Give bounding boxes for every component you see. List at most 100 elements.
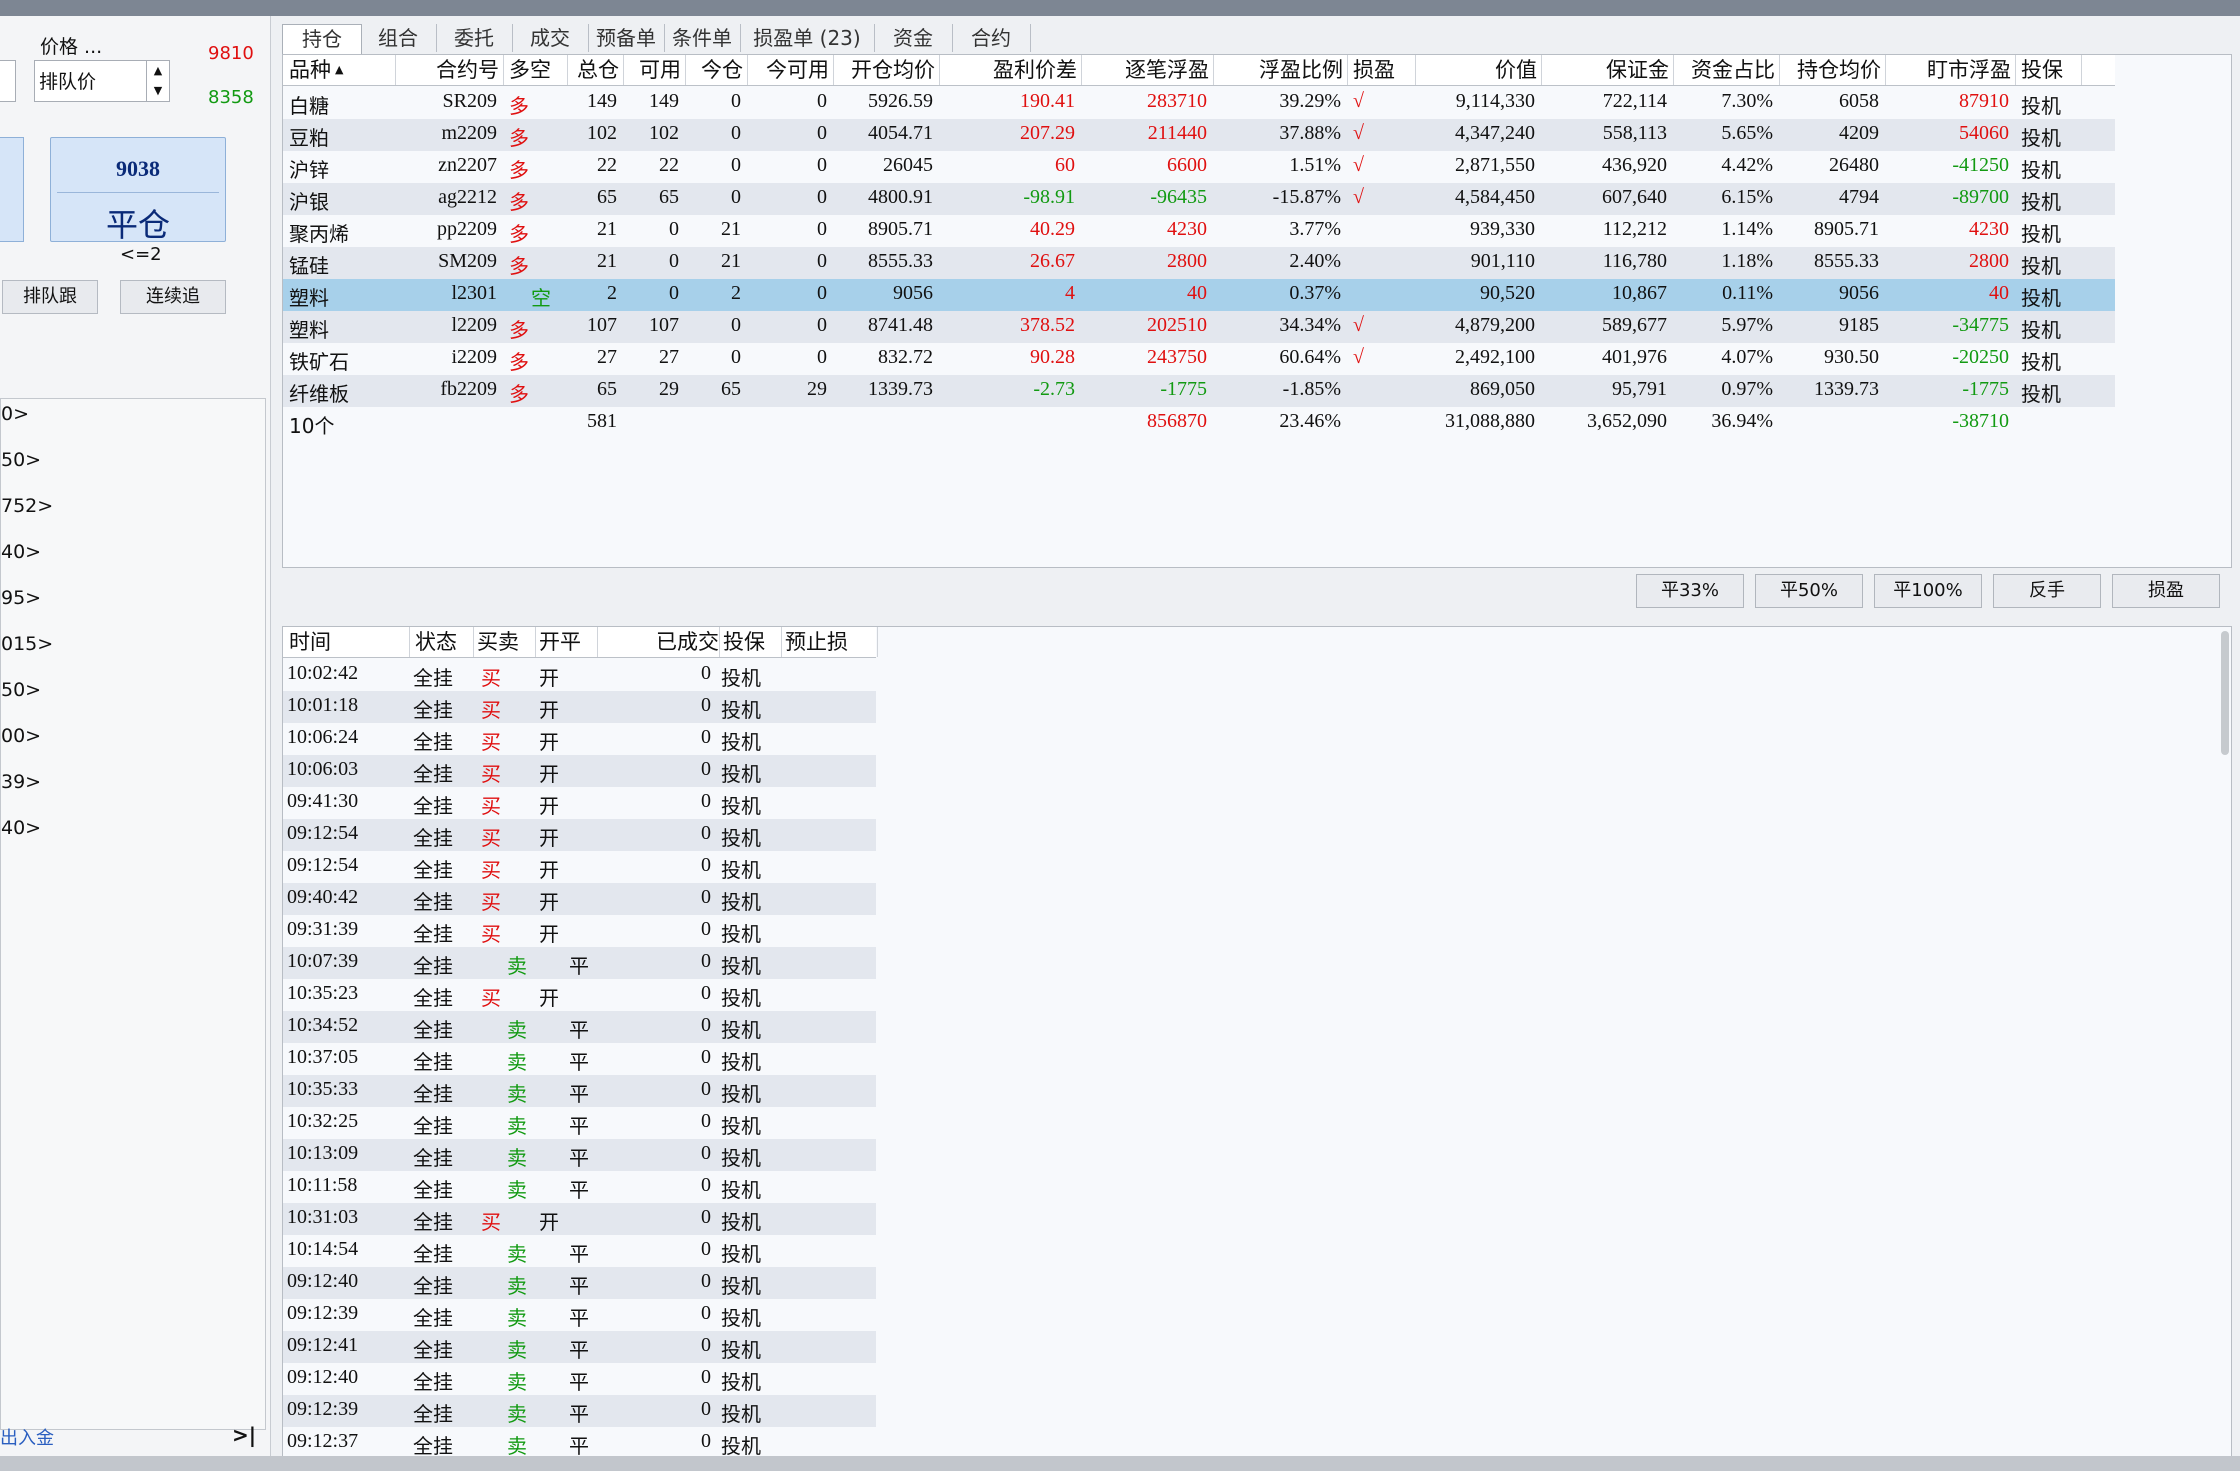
left-list-item[interactable]: 0> [1, 403, 29, 425]
order-row[interactable]: 10:31:03 全挂 买 开 0 投机 [283, 1203, 876, 1235]
position-row[interactable]: 沪锌 zn2207 多 22 22 0 0 26045 60 6600 1.51% √ 2,871,55… [283, 151, 2115, 183]
left-list-item[interactable]: 752> [1, 495, 53, 517]
price-type-select[interactable]: 排队价 ▲ ▼ [34, 60, 170, 102]
order-row[interactable]: 10:06:24 全挂 买 开 0 投机 [283, 723, 876, 755]
order-row[interactable]: 10:01:18 全挂 买 开 0 投机 [283, 691, 876, 723]
column-header-avail[interactable]: 可用 [623, 55, 686, 85]
left-list-item[interactable]: 50> [1, 679, 41, 701]
position-row[interactable]: 纤维板 fb2209 多 65 29 65 29 1339.73 -2.73 -1775 -1.85… [283, 375, 2115, 407]
order-row[interactable]: 10:07:39 全挂 卖 平 0 投机 [283, 947, 876, 979]
order-cell-side: 卖 [507, 1306, 527, 1330]
tab-2[interactable]: 委托 [436, 24, 513, 52]
column-header-float[interactable]: 逐笔浮盈 [1081, 55, 1214, 85]
collapse-icon[interactable]: >| [232, 1423, 256, 1447]
column-header-margin[interactable]: 保证金 [1541, 55, 1674, 85]
column-header-hold_avg[interactable]: 持仓均价 [1779, 55, 1886, 85]
column-header-value[interactable]: 价值 [1409, 55, 1542, 85]
tab-5[interactable]: 条件单 [664, 24, 741, 52]
order-row[interactable]: 09:12:54 全挂 买 开 0 投机 [283, 819, 876, 851]
action-button-4[interactable]: 损盈 [2112, 574, 2220, 608]
tab-0[interactable]: 持仓 [282, 24, 362, 54]
order-row[interactable]: 09:31:39 全挂 买 开 0 投机 [283, 915, 876, 947]
order-cell-hedge: 投机 [721, 1114, 761, 1138]
order-row[interactable]: 10:37:05 全挂 卖 平 0 投机 [283, 1043, 876, 1075]
cell-float: 6600 [1167, 154, 1207, 176]
left-list-item[interactable]: 015> [1, 633, 53, 655]
deposit-withdraw-link[interactable]: 出入金 [0, 1424, 54, 1450]
order-column-header-status[interactable]: 状态 [409, 627, 474, 657]
tab-6[interactable]: 损盈单 (23) [740, 24, 875, 52]
left-list-item[interactable]: 95> [1, 587, 41, 609]
order-row[interactable]: 09:12:39 全挂 卖 平 0 投机 [283, 1395, 876, 1427]
order-row[interactable]: 10:35:23 全挂 买 开 0 投机 [283, 979, 876, 1011]
position-row[interactable]: 铁矿石 i2209 多 27 27 0 0 832.72 90.28 243750 60.64% √ 2… [283, 343, 2115, 375]
left-list-item[interactable]: 40> [1, 817, 41, 839]
order-row[interactable]: 10:35:33 全挂 卖 平 0 投机 [283, 1075, 876, 1107]
orders-scrollbar[interactable] [2221, 631, 2229, 755]
quantity-stepper[interactable] [0, 60, 16, 102]
position-row[interactable]: 豆粕 m2209 多 102 102 0 0 4054.71 207.29 211440 37.88… [283, 119, 2115, 151]
order-column-header-time[interactable]: 时间 [283, 627, 410, 657]
position-row[interactable]: 塑料 l2301 空 2 0 2 0 9056 4 40 0.37% 90,520 10,867 0.11… [283, 279, 2115, 311]
order-row[interactable]: 09:12:40 全挂 卖 平 0 投机 [283, 1267, 876, 1299]
price-spin-arrows-icon[interactable]: ▲ ▼ [146, 61, 169, 101]
tab-1[interactable]: 组合 [360, 24, 437, 52]
order-row[interactable]: 09:12:40 全挂 卖 平 0 投机 [283, 1363, 876, 1395]
column-header-share[interactable]: 资金占比 [1673, 55, 1780, 85]
order-column-header-hedge[interactable]: 投保 [717, 627, 782, 657]
order-row[interactable]: 10:11:58 全挂 卖 平 0 投机 [283, 1171, 876, 1203]
column-header-total[interactable]: 总仓 [561, 55, 624, 85]
order-row[interactable]: 10:14:54 全挂 卖 平 0 投机 [283, 1235, 876, 1267]
column-header-dir[interactable]: 多空 [503, 55, 568, 85]
queue-follow-button[interactable]: 排队跟 [2, 280, 98, 314]
cell-dir: 多 [509, 350, 529, 374]
cell-diff: 190.41 [1020, 90, 1075, 112]
position-row[interactable]: 聚丙烯 pp2209 多 21 0 21 0 8905.71 40.29 4230 3.77% 939… [283, 215, 2115, 247]
column-header-diff[interactable]: 盈利价差 [939, 55, 1082, 85]
action-button-0[interactable]: 平33% [1636, 574, 1744, 608]
order-row[interactable]: 09:12:37 全挂 卖 平 0 投机 [283, 1427, 876, 1459]
column-header-mtm[interactable]: 盯市浮盈 [1885, 55, 2016, 85]
close-position-button[interactable]: 9038 平仓 [50, 137, 226, 244]
sort-ascending-icon[interactable]: ▲ [335, 55, 343, 85]
order-column-header-filled[interactable]: 已成交 [617, 627, 720, 657]
order-row[interactable]: 10:06:03 全挂 买 开 0 投机 [283, 755, 876, 787]
column-header-today[interactable]: 今仓 [685, 55, 748, 85]
action-button-2[interactable]: 平100% [1874, 574, 1982, 608]
order-column-header-oc[interactable]: 开平 [533, 627, 598, 657]
order-row[interactable]: 09:41:30 全挂 买 开 0 投机 [283, 787, 876, 819]
open-button-partial[interactable] [0, 137, 24, 242]
order-column-header-stop[interactable]: 预止损 [779, 627, 878, 657]
order-cell-time: 10:07:39 [287, 950, 359, 972]
column-header-ratio[interactable]: 浮盈比例 [1213, 55, 1348, 85]
continuous-chase-button[interactable]: 连续追 [120, 280, 226, 314]
order-row[interactable]: 09:40:42 全挂 买 开 0 投机 [283, 883, 876, 915]
left-list-item[interactable]: 00> [1, 725, 41, 747]
position-row[interactable]: 锰硅 SM209 多 21 0 21 0 8555.33 26.67 2800 2.40% 901,1… [283, 247, 2115, 279]
tab-3[interactable]: 成交 [512, 24, 589, 52]
order-row[interactable]: 10:13:09 全挂 卖 平 0 投机 [283, 1139, 876, 1171]
action-button-3[interactable]: 反手 [1993, 574, 2101, 608]
tab-4[interactable]: 预备单 [588, 24, 665, 52]
order-column-header-side[interactable]: 买卖 [471, 627, 536, 657]
order-row[interactable]: 10:34:52 全挂 卖 平 0 投机 [283, 1011, 876, 1043]
column-header-hedge[interactable]: 投保 [2015, 55, 2082, 85]
position-row[interactable]: 沪银 ag2212 多 65 65 0 0 4800.91 -98.91 -96435 -15.87… [283, 183, 2115, 215]
tab-8[interactable]: 合约 [952, 24, 1031, 52]
position-row[interactable]: 白糖 SR209 多 149 149 0 0 5926.59 190.41 283710 39.29… [283, 87, 2115, 119]
position-row[interactable]: 塑料 l2209 多 107 107 0 0 8741.48 378.52 202510 34.34… [283, 311, 2115, 343]
column-header-today_avail[interactable]: 今可用 [747, 55, 834, 85]
order-row[interactable]: 10:02:42 全挂 买 开 0 投机 [283, 659, 876, 691]
left-list-item[interactable]: 40> [1, 541, 41, 563]
order-row[interactable]: 09:12:54 全挂 买 开 0 投机 [283, 851, 876, 883]
column-header-open_avg[interactable]: 开仓均价 [833, 55, 940, 85]
left-list-item[interactable]: 39> [1, 771, 41, 793]
left-list-item[interactable]: 50> [1, 449, 41, 471]
tab-7[interactable]: 资金 [874, 24, 953, 52]
order-row[interactable]: 09:12:41 全挂 卖 平 0 投机 [283, 1331, 876, 1363]
column-header-code[interactable]: 合约号 [389, 55, 504, 85]
action-button-1[interactable]: 平50% [1755, 574, 1863, 608]
order-row[interactable]: 09:12:39 全挂 卖 平 0 投机 [283, 1299, 876, 1331]
order-row[interactable]: 10:32:25 全挂 卖 平 0 投机 [283, 1107, 876, 1139]
column-header-sl[interactable]: 损盈 [1347, 55, 1416, 85]
